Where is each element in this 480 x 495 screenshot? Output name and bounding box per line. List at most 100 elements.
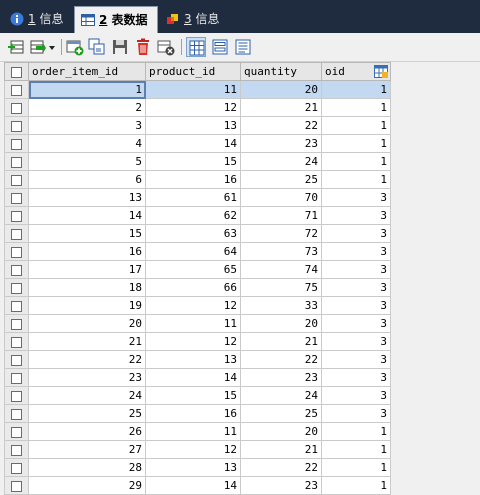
table-row[interactable]: 3 13 22 1 <box>4 116 391 135</box>
order-item-id-cell[interactable]: 25 <box>28 404 146 423</box>
table-row[interactable]: 23 14 23 3 <box>4 368 391 387</box>
oid-cell[interactable]: 1 <box>321 458 391 477</box>
table-row[interactable]: 22 13 22 3 <box>4 350 391 369</box>
row-checkbox[interactable] <box>4 296 29 315</box>
product-id-cell[interactable]: 13 <box>145 116 241 135</box>
row-checkbox[interactable] <box>4 386 29 405</box>
order-item-id-cell[interactable]: 4 <box>28 134 146 153</box>
oid-cell[interactable]: 3 <box>321 206 391 225</box>
quantity-cell[interactable]: 21 <box>240 440 322 459</box>
order-item-id-cell[interactable]: 19 <box>28 296 146 315</box>
product-id-cell[interactable]: 11 <box>145 422 241 441</box>
quantity-cell[interactable]: 74 <box>240 260 322 279</box>
column-header-order-item-id[interactable]: order_item_id <box>28 62 146 81</box>
product-id-cell[interactable]: 65 <box>145 260 241 279</box>
order-item-id-cell[interactable]: 23 <box>28 368 146 387</box>
quantity-cell[interactable]: 20 <box>240 422 322 441</box>
order-item-id-cell[interactable]: 22 <box>28 350 146 369</box>
order-item-id-cell[interactable]: 20 <box>28 314 146 333</box>
product-id-cell[interactable]: 15 <box>145 152 241 171</box>
quantity-cell[interactable]: 20 <box>240 314 322 333</box>
row-checkbox[interactable] <box>4 314 29 333</box>
quantity-cell[interactable]: 33 <box>240 296 322 315</box>
tab-info-3[interactable]: 3 信息 <box>160 8 230 30</box>
row-checkbox[interactable] <box>4 188 29 207</box>
text-view-button[interactable] <box>233 37 253 57</box>
order-item-id-cell[interactable]: 27 <box>28 440 146 459</box>
product-id-cell[interactable]: 14 <box>145 134 241 153</box>
table-row[interactable]: 2 12 21 1 <box>4 98 391 117</box>
oid-cell[interactable]: 1 <box>321 170 391 189</box>
quantity-cell[interactable]: 70 <box>240 188 322 207</box>
table-row[interactable]: 20 11 20 3 <box>4 314 391 333</box>
table-row[interactable]: 13 61 70 3 <box>4 188 391 207</box>
order-item-id-cell[interactable]: 3 <box>28 116 146 135</box>
oid-cell[interactable]: 1 <box>321 440 391 459</box>
row-checkbox[interactable] <box>4 152 29 171</box>
select-all-checkbox[interactable] <box>4 62 29 81</box>
order-item-id-cell[interactable]: 6 <box>28 170 146 189</box>
row-checkbox[interactable] <box>4 422 29 441</box>
order-item-id-cell[interactable]: 18 <box>28 278 146 297</box>
column-header-quantity[interactable]: quantity <box>240 62 322 81</box>
product-id-cell[interactable]: 66 <box>145 278 241 297</box>
quantity-cell[interactable]: 23 <box>240 368 322 387</box>
oid-cell[interactable]: 3 <box>321 188 391 207</box>
row-checkbox[interactable] <box>4 134 29 153</box>
quantity-cell[interactable]: 25 <box>240 170 322 189</box>
add-row-button[interactable] <box>65 37 85 57</box>
row-checkbox[interactable] <box>4 332 29 351</box>
row-checkbox[interactable] <box>4 242 29 261</box>
table-row[interactable]: 5 15 24 1 <box>4 152 391 171</box>
order-item-id-cell[interactable]: 5 <box>28 152 146 171</box>
insert-row-button[interactable] <box>6 37 26 57</box>
product-id-cell[interactable]: 64 <box>145 242 241 261</box>
quantity-cell[interactable]: 22 <box>240 350 322 369</box>
product-id-cell[interactable]: 13 <box>145 350 241 369</box>
column-chooser-icon[interactable] <box>374 65 388 78</box>
table-row[interactable]: 6 16 25 1 <box>4 170 391 189</box>
oid-cell[interactable]: 1 <box>321 152 391 171</box>
quantity-cell[interactable]: 25 <box>240 404 322 423</box>
order-item-id-cell[interactable]: 2 <box>28 98 146 117</box>
export-button[interactable] <box>28 37 48 57</box>
quantity-cell[interactable]: 71 <box>240 206 322 225</box>
oid-cell[interactable]: 3 <box>321 314 391 333</box>
order-item-id-cell[interactable]: 26 <box>28 422 146 441</box>
grid-view-button[interactable] <box>186 37 206 57</box>
oid-cell[interactable]: 3 <box>321 242 391 261</box>
order-item-id-cell[interactable]: 28 <box>28 458 146 477</box>
oid-cell[interactable]: 1 <box>321 134 391 153</box>
order-item-id-cell[interactable]: 14 <box>28 206 146 225</box>
table-row[interactable]: 17 65 74 3 <box>4 260 391 279</box>
row-checkbox[interactable] <box>4 170 29 189</box>
row-checkbox[interactable] <box>4 224 29 243</box>
export-dropdown[interactable] <box>47 37 57 57</box>
oid-cell[interactable]: 3 <box>321 224 391 243</box>
oid-cell[interactable]: 3 <box>321 332 391 351</box>
oid-cell[interactable]: 3 <box>321 350 391 369</box>
order-item-id-cell[interactable]: 13 <box>28 188 146 207</box>
oid-cell[interactable]: 3 <box>321 296 391 315</box>
quantity-cell[interactable]: 75 <box>240 278 322 297</box>
table-row[interactable]: 24 15 24 3 <box>4 386 391 405</box>
product-id-cell[interactable]: 11 <box>145 80 241 99</box>
oid-cell[interactable]: 3 <box>321 368 391 387</box>
order-item-id-cell[interactable]: 17 <box>28 260 146 279</box>
product-id-cell[interactable]: 12 <box>145 332 241 351</box>
product-id-cell[interactable]: 14 <box>145 368 241 387</box>
order-item-id-cell[interactable]: 24 <box>28 386 146 405</box>
oid-cell[interactable]: 1 <box>321 116 391 135</box>
quantity-cell[interactable]: 21 <box>240 332 322 351</box>
oid-cell[interactable]: 3 <box>321 260 391 279</box>
cancel-button[interactable] <box>156 37 176 57</box>
quantity-cell[interactable]: 73 <box>240 242 322 261</box>
table-row[interactable]: 27 12 21 1 <box>4 440 391 459</box>
tab-table-data[interactable]: 2 表数据 <box>74 6 158 33</box>
row-checkbox[interactable] <box>4 458 29 477</box>
column-header-oid[interactable]: oid <box>321 62 391 81</box>
row-checkbox[interactable] <box>4 278 29 297</box>
oid-cell[interactable]: 1 <box>321 80 391 99</box>
row-checkbox[interactable] <box>4 260 29 279</box>
quantity-cell[interactable]: 23 <box>240 134 322 153</box>
